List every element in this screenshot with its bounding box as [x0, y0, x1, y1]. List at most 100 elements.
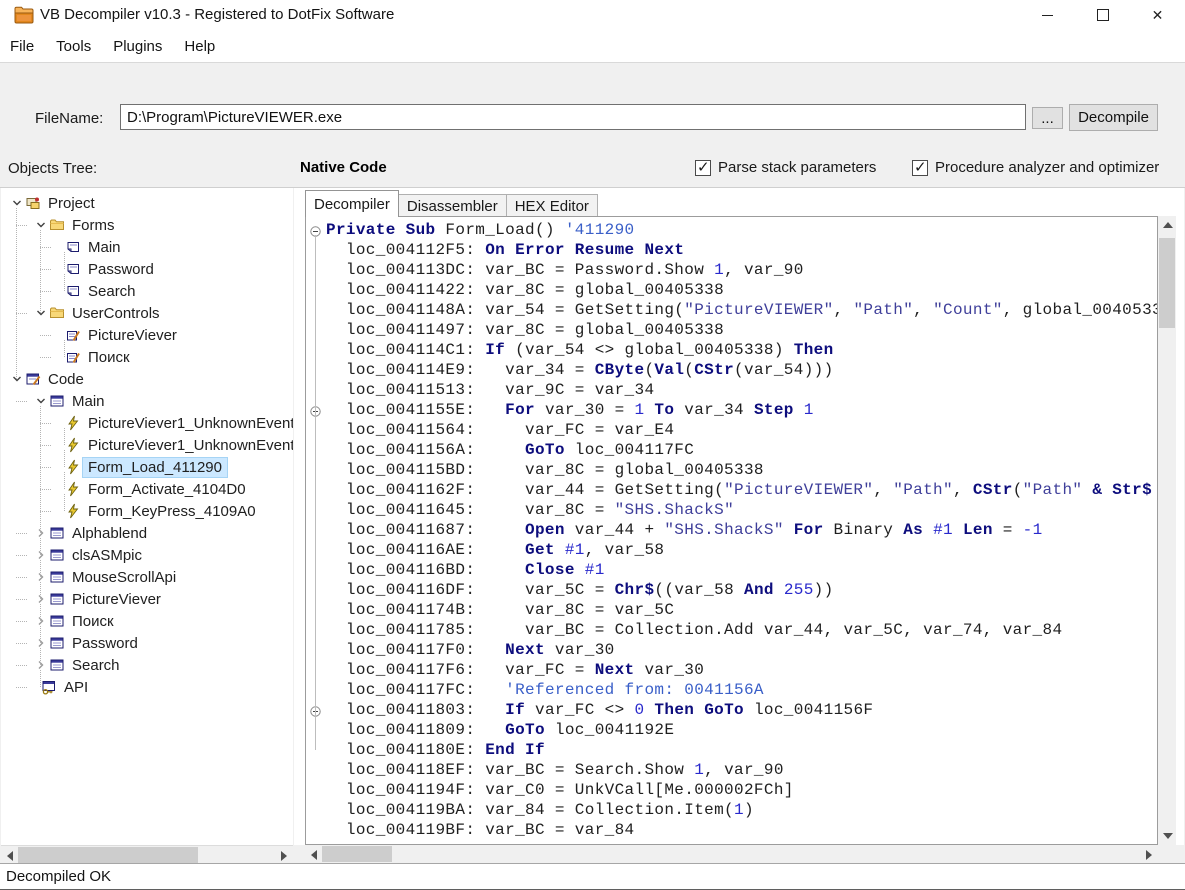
- vertical-scroll-thumb[interactable]: [1159, 238, 1175, 328]
- tree-guide-line: [16, 208, 17, 379]
- objects-tree-panel[interactable]: ProjectFormsMainPasswordSearchUserContro…: [1, 188, 293, 845]
- tree-guide-line: [40, 230, 41, 313]
- code-line: loc_0041194F: var_C0 = UnkVCall[Me.00000…: [306, 780, 1157, 800]
- tree-item-label: UserControls: [67, 304, 165, 323]
- minimize-button[interactable]: [1020, 0, 1075, 30]
- chevron-collapsed-icon[interactable]: [33, 635, 49, 651]
- tree-horizontal-scrollbar[interactable]: [1, 845, 293, 864]
- browse-button[interactable]: ...: [1032, 107, 1063, 129]
- code-line: loc_0041156A: GoTo loc_004117FC: [306, 440, 1157, 460]
- chevron-collapsed-icon[interactable]: [33, 525, 49, 541]
- chevron-collapsed-icon[interactable]: [33, 591, 49, 607]
- tree-item-label: PictureViever: [83, 326, 182, 345]
- filename-input[interactable]: [120, 104, 1026, 130]
- minimize-icon: [1042, 15, 1053, 16]
- menu-help[interactable]: Help: [173, 34, 226, 59]
- code-line: loc_004118EF: var_BC = Search.Show 1, va…: [306, 760, 1157, 780]
- procedure-analyzer-checkbox[interactable]: ✓ Procedure analyzer and optimizer: [912, 159, 1159, 176]
- tree-item-label: Main: [83, 238, 126, 257]
- chevron-expanded-icon[interactable]: [9, 195, 25, 211]
- tree-item-label: API: [59, 678, 93, 697]
- tree-item-mousescrollapi[interactable]: MouseScrollApi: [1, 566, 293, 588]
- code-line: loc_00411422: var_8C = global_00405338: [306, 280, 1157, 300]
- menu-bar: File Tools Plugins Help: [0, 30, 1185, 62]
- menu-file[interactable]: File: [0, 34, 45, 59]
- tab-hex-editor[interactable]: HEX Editor: [506, 194, 598, 217]
- tree-guide-stub: [16, 533, 27, 534]
- tree-guide-line: [64, 472, 65, 489]
- tree-item-usercontrols[interactable]: UserControls: [1, 302, 293, 324]
- tree-item-поиск[interactable]: Поиск: [1, 610, 293, 632]
- maximize-icon: [1097, 9, 1109, 21]
- scroll-left-icon[interactable]: [311, 850, 317, 860]
- tree-scroll-thumb[interactable]: [18, 847, 198, 863]
- tree-item-label: Поиск: [83, 348, 135, 367]
- close-button[interactable]: ✕: [1130, 0, 1185, 30]
- tree-item-api[interactable]: API: [1, 676, 293, 698]
- code-line: loc_0041155E: For var_30 = 1 To var_34 S…: [306, 400, 1157, 420]
- scroll-right-icon[interactable]: [1146, 850, 1152, 860]
- tree-item-label: Password: [83, 260, 159, 279]
- title-bar: VB Decompiler v10.3 - Registered to DotF…: [0, 0, 1185, 30]
- tree-item-code[interactable]: Code: [1, 368, 293, 390]
- tree-item-label: Main: [67, 392, 110, 411]
- scroll-right-icon[interactable]: [281, 851, 287, 861]
- module-icon: [49, 569, 65, 585]
- horizontal-scrollbar-row: [0, 845, 1185, 863]
- vb-decompiler-window: VB Decompiler v10.3 - Registered to DotF…: [0, 0, 1185, 890]
- tree-item-search[interactable]: Search: [1, 654, 293, 676]
- chevron-expanded-icon[interactable]: [33, 217, 49, 233]
- code-line: loc_004116BD: Close #1: [306, 560, 1157, 580]
- tree-guide-line: [40, 406, 41, 533]
- code-line: Private Sub Form_Load() '411290: [306, 220, 1157, 240]
- scroll-left-icon[interactable]: [7, 851, 13, 861]
- tree-guide-line: [64, 450, 65, 467]
- tree-item-label: Forms: [67, 216, 120, 235]
- tree-item-main[interactable]: Main: [1, 390, 293, 412]
- chevron-expanded-icon[interactable]: [33, 393, 49, 409]
- tree-guide-stub: [40, 335, 51, 336]
- tree-item-label: MouseScrollApi: [67, 568, 181, 587]
- tree-item-project[interactable]: Project: [1, 192, 293, 214]
- module-icon: [49, 525, 65, 541]
- chevron-collapsed-icon[interactable]: [33, 569, 49, 585]
- chevron-collapsed-icon[interactable]: [33, 657, 49, 673]
- tree-item-label: Password: [67, 634, 143, 653]
- chevron-expanded-icon[interactable]: [9, 371, 25, 387]
- chevron-collapsed-icon[interactable]: [33, 613, 49, 629]
- scroll-up-icon[interactable]: [1163, 222, 1173, 228]
- scroll-down-icon[interactable]: [1163, 833, 1173, 839]
- tree-guide-stub: [40, 423, 51, 424]
- menu-plugins[interactable]: Plugins: [102, 34, 173, 59]
- tree-guide-stub: [40, 489, 51, 490]
- code-line: loc_004114C1: If (var_54 <> global_00405…: [306, 340, 1157, 360]
- objects-tree-label: Objects Tree:: [8, 160, 97, 177]
- decompile-button[interactable]: Decompile: [1069, 104, 1158, 131]
- code-vertical-scrollbar[interactable]: [1158, 216, 1176, 845]
- tab-disassembler[interactable]: Disassembler: [398, 194, 507, 217]
- maximize-button[interactable]: [1075, 0, 1130, 30]
- decompiled-code-view[interactable]: Private Sub Form_Load() '411290 loc_0041…: [305, 216, 1158, 845]
- code-icon: [25, 371, 41, 387]
- tree-item-clsasmpic[interactable]: clsASMpic: [1, 544, 293, 566]
- form-icon: [65, 239, 81, 255]
- module-icon: [49, 547, 65, 563]
- tree-item-forms[interactable]: Forms: [1, 214, 293, 236]
- tree-guide-stub: [40, 247, 51, 248]
- chevron-collapsed-icon[interactable]: [33, 547, 49, 563]
- menu-tools[interactable]: Tools: [45, 34, 102, 59]
- tree-item-pictureviever[interactable]: PictureViever: [1, 588, 293, 610]
- tree-item-password[interactable]: Password: [1, 632, 293, 654]
- tree-item-label: Search: [83, 282, 141, 301]
- code-line: loc_004117FC: 'Referenced from: 0041156A: [306, 680, 1157, 700]
- filename-label: FileName:: [35, 110, 103, 127]
- tree-item-label: PictureViever1_UnknownEvent_9: [83, 414, 293, 433]
- tab-decompiler[interactable]: Decompiler: [305, 190, 399, 217]
- usercontrol-icon: [65, 327, 81, 343]
- tree-guide-line: [40, 604, 41, 621]
- parse-stack-parameters-checkbox[interactable]: ✓ Parse stack parameters: [695, 159, 876, 176]
- tree-item-alphablend[interactable]: Alphablend: [1, 522, 293, 544]
- code-scroll-thumb[interactable]: [322, 846, 392, 862]
- chevron-expanded-icon[interactable]: [33, 305, 49, 321]
- code-horizontal-scrollbar[interactable]: [305, 845, 1158, 863]
